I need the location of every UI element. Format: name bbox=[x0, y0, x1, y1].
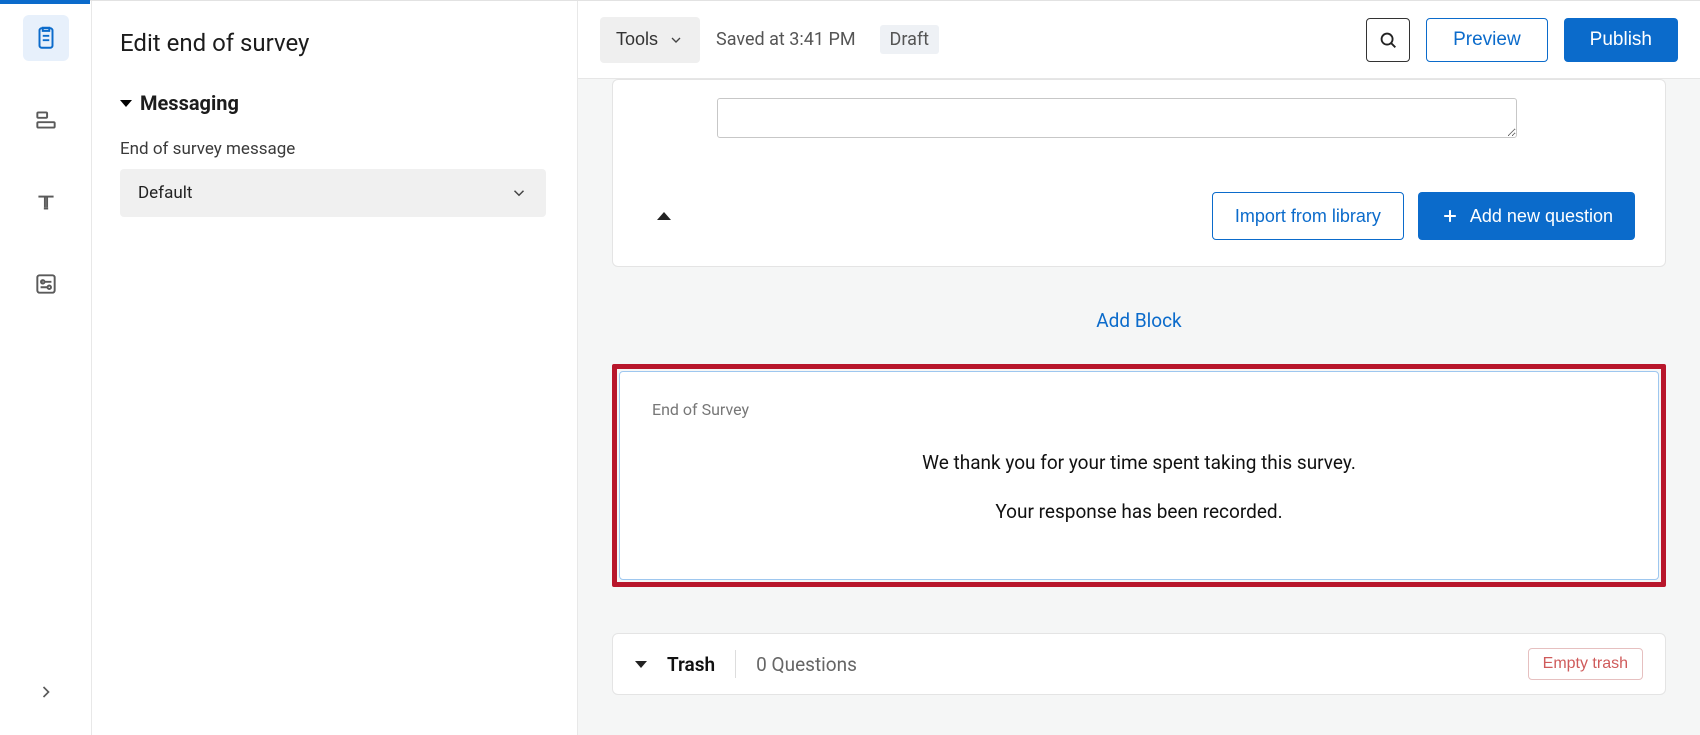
question-block: Import from library Add new question bbox=[612, 79, 1666, 267]
draft-badge: Draft bbox=[880, 25, 940, 54]
trash-section: Trash 0 Questions Empty trash bbox=[612, 633, 1666, 695]
add-block-link[interactable]: Add Block bbox=[612, 309, 1666, 332]
empty-trash-button[interactable]: Empty trash bbox=[1528, 648, 1643, 680]
caret-up-icon bbox=[657, 212, 671, 220]
tools-label: Tools bbox=[616, 29, 658, 50]
trash-label: Trash bbox=[667, 653, 715, 676]
end-of-survey-title: End of Survey bbox=[652, 400, 1626, 419]
panel-title: Edit end of survey bbox=[120, 29, 549, 57]
main-area: Tools Saved at 3:41 PM Draft Preview Pub… bbox=[578, 1, 1700, 735]
tools-dropdown[interactable]: Tools bbox=[600, 17, 700, 63]
end-of-survey-line1: We thank you for your time spent taking … bbox=[652, 451, 1626, 474]
select-value: Default bbox=[138, 183, 192, 203]
rail-expand-toggle[interactable] bbox=[23, 669, 69, 715]
editor-toolbar: Tools Saved at 3:41 PM Draft Preview Pub… bbox=[578, 1, 1700, 79]
end-of-survey-line2: Your response has been recorded. bbox=[652, 500, 1626, 523]
publish-button[interactable]: Publish bbox=[1564, 18, 1678, 62]
trash-count: 0 Questions bbox=[756, 653, 857, 676]
search-icon bbox=[1377, 29, 1399, 51]
trash-toggle[interactable] bbox=[635, 661, 647, 668]
nav-rail bbox=[0, 1, 92, 735]
rail-look-and-feel-icon[interactable] bbox=[23, 179, 69, 225]
rail-flow-icon[interactable] bbox=[23, 97, 69, 143]
caret-down-icon bbox=[120, 100, 132, 107]
rail-options-icon[interactable] bbox=[23, 261, 69, 307]
chevron-down-icon bbox=[510, 184, 528, 202]
end-of-survey-block[interactable]: End of Survey We thank you for your time… bbox=[619, 371, 1659, 580]
section-title: Messaging bbox=[140, 91, 239, 115]
add-question-label: Add new question bbox=[1470, 206, 1613, 227]
end-of-survey-highlight: End of Survey We thank you for your time… bbox=[612, 364, 1666, 587]
canvas: Import from library Add new question Add… bbox=[578, 79, 1700, 735]
saved-status: Saved at 3:41 PM bbox=[716, 29, 856, 50]
chevron-down-icon bbox=[668, 32, 684, 48]
divider bbox=[735, 650, 736, 678]
import-from-library-button[interactable]: Import from library bbox=[1212, 192, 1404, 240]
search-button[interactable] bbox=[1366, 18, 1410, 62]
rail-builder-icon[interactable] bbox=[23, 15, 69, 61]
eos-message-label: End of survey message bbox=[120, 139, 549, 159]
plus-icon bbox=[1440, 206, 1460, 226]
edit-panel: Edit end of survey Messaging End of surv… bbox=[92, 1, 578, 735]
eos-message-select[interactable]: Default bbox=[120, 169, 546, 217]
messaging-section-toggle[interactable]: Messaging bbox=[120, 91, 549, 115]
question-text-input[interactable] bbox=[717, 98, 1517, 138]
add-new-question-button[interactable]: Add new question bbox=[1418, 192, 1635, 240]
preview-button[interactable]: Preview bbox=[1426, 18, 1548, 62]
collapse-block-toggle[interactable] bbox=[649, 205, 679, 227]
